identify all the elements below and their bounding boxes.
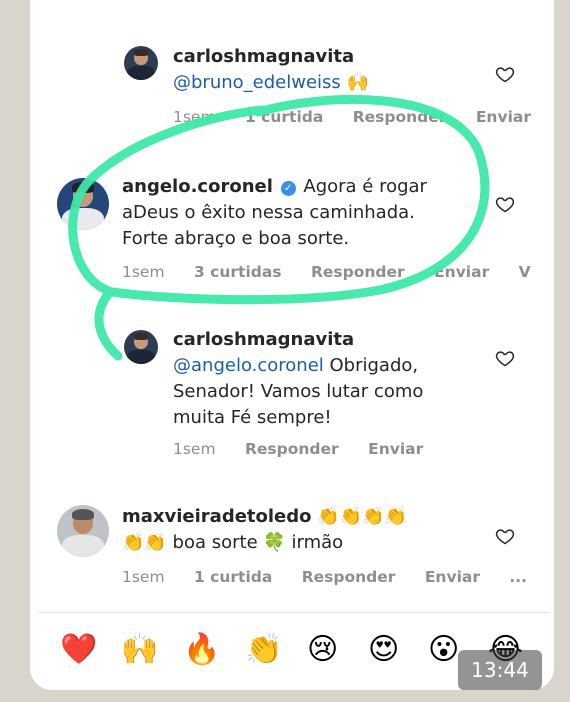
comment-username[interactable]: angelo.coronel	[122, 176, 273, 197]
avatar[interactable]	[124, 330, 158, 364]
reply-button[interactable]: Responder	[311, 263, 405, 281]
comment-text: Agora é rogar	[303, 176, 427, 197]
more-options-button[interactable]: ...	[509, 568, 527, 586]
send-button[interactable]: Enviar	[368, 440, 423, 458]
reply-button[interactable]: Responder	[353, 108, 447, 126]
like-heart-icon[interactable]	[495, 526, 515, 546]
surprised-reaction-icon[interactable]: 😮	[428, 632, 459, 668]
comment-text-line: muita Fé sempre!	[173, 407, 332, 428]
fire-reaction-icon[interactable]: 🔥	[183, 632, 220, 668]
comment-text-line: 👏👏 boa sorte 🍀 irmão	[122, 532, 344, 553]
comment-meta: 1sem Responder Enviar	[173, 440, 447, 458]
comment-text-line: Senador! Vamos lutar como	[173, 381, 424, 402]
divider	[38, 612, 550, 613]
avatar[interactable]	[57, 178, 109, 230]
comment-time: 1sem	[122, 263, 165, 281]
clapping-reaction-icon[interactable]: 👏	[245, 632, 282, 668]
raised-hands-reaction-icon[interactable]: 🙌	[121, 632, 158, 668]
comment-text-line: aDeus o êxito nessa caminhada.	[122, 202, 415, 223]
comment-mention[interactable]: @angelo.coronel	[173, 355, 324, 376]
comments-panel: carloshmagnavita @bruno_edelweiss 🙌 1sem…	[30, 0, 554, 690]
comment-username[interactable]: carloshmagnavita	[173, 44, 369, 70]
comment-text: 👏👏👏👏	[317, 506, 407, 527]
comment-time: 1sem	[173, 108, 216, 126]
comment-username[interactable]: carloshmagnavita	[173, 327, 423, 353]
heart-reaction-icon[interactable]: ❤️	[60, 632, 97, 668]
avatar[interactable]	[57, 505, 109, 557]
crying-reaction-icon[interactable]: 😢	[307, 632, 338, 668]
comment-meta: 1sem 1 curtida Responder Enviar	[173, 108, 554, 126]
comment-text[interactable]: @bruno_edelweiss 🙌	[173, 70, 369, 96]
heart-eyes-reaction-icon[interactable]: 😍	[368, 632, 399, 668]
comment-time: 1sem	[122, 568, 165, 586]
likes-count[interactable]: 3 curtidas	[194, 263, 282, 281]
comment-meta: 1sem 1 curtida Responder Enviar ...	[122, 568, 551, 586]
comment-body: angelo.coronel ✓ Agora é rogar aDeus o ê…	[122, 174, 427, 252]
send-button[interactable]: Enviar	[434, 263, 489, 281]
like-heart-icon[interactable]	[495, 64, 515, 84]
status-time: 13:44	[458, 650, 542, 690]
avatar[interactable]	[124, 46, 158, 80]
comment-time: 1sem	[173, 440, 216, 458]
comment-username[interactable]: maxvieiradetoledo	[122, 506, 312, 527]
more-options-button[interactable]: V	[519, 263, 531, 281]
comment-meta: 1sem 3 curtidas Responder Enviar V	[122, 263, 554, 281]
reply-button[interactable]: Responder	[245, 440, 339, 458]
send-button[interactable]: Enviar	[476, 108, 531, 126]
send-button[interactable]: Enviar	[425, 568, 480, 586]
comment-text: Obrigado,	[329, 355, 419, 376]
verified-badge-icon: ✓	[280, 181, 296, 196]
likes-count[interactable]: 1 curtida	[194, 568, 272, 586]
comment-body: maxvieiradetoledo 👏👏👏👏 👏👏 boa sorte 🍀 ir…	[122, 504, 407, 556]
reply-button[interactable]: Responder	[302, 568, 396, 586]
comment-body: carloshmagnavita @bruno_edelweiss 🙌	[173, 44, 369, 96]
like-heart-icon[interactable]	[495, 348, 515, 368]
likes-count[interactable]: 1 curtida	[245, 108, 323, 126]
comment-text-line: Forte abraço e boa sorte.	[122, 228, 350, 249]
comment-body: carloshmagnavita @angelo.coronel Obrigad…	[173, 327, 423, 431]
like-heart-icon[interactable]	[495, 194, 515, 214]
